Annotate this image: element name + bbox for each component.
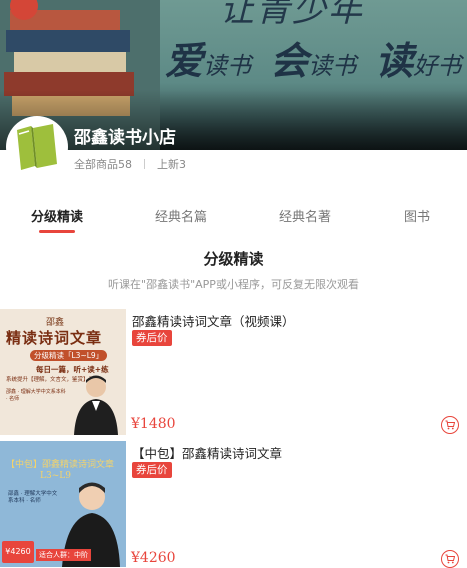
thumb-title: 【中包】邵鑫精读诗词文章	[6, 460, 115, 470]
shop-name: 邵鑫读书小店	[74, 128, 176, 148]
banner-slogan-top: 让青少年	[220, 0, 364, 30]
cart-icon	[445, 420, 455, 430]
shop-logo	[6, 116, 68, 178]
book-logo-icon	[17, 124, 57, 170]
cart-icon	[445, 554, 455, 564]
teacher-portrait	[74, 375, 118, 435]
slogan-small-2: 读书	[308, 52, 357, 80]
new-items-link[interactable]: 上新3	[157, 156, 186, 172]
thumb-level-pill: 分级精读「L3~L9」	[30, 350, 108, 361]
coupon-badge: 券后价	[132, 462, 172, 478]
tab-classic-essays[interactable]: 经典名篇	[155, 206, 207, 225]
tab-books[interactable]: 图书	[404, 206, 430, 225]
thumb-bio: 邵鑫 · 理解大学中文系本科 · 名师	[8, 491, 58, 504]
product-thumbnail[interactable]: 邵鑫 精读诗词文章 分级精读「L3~L9」 每日一篇，听+读+练 系统提升【理解…	[0, 309, 126, 435]
slogan-big-1: 爱	[165, 38, 204, 83]
slogan-big-3: 读	[375, 38, 414, 83]
shop-banner: 让青少年 爱读书 会读书 读好书	[0, 0, 467, 150]
product-card[interactable]: 邵鑫 精读诗词文章 分级精读「L3~L9」 每日一篇，听+读+练 系统提升【理解…	[0, 309, 467, 437]
add-to-cart-button[interactable]	[441, 416, 459, 434]
thumb-bio: 邵鑫 · 理解大学中文系本科 · 名师	[6, 389, 66, 402]
active-tab-indicator	[39, 230, 75, 233]
slogan-small-3: 好书	[413, 52, 462, 80]
thumb-price-badge: ¥4260	[2, 541, 34, 563]
category-tabs: 分级精读 经典名篇 经典名著 图书	[0, 200, 467, 234]
product-title[interactable]: 邵鑫精读诗词文章（视频课）	[132, 311, 295, 330]
thumb-audience: 适合人群：中阶	[36, 549, 91, 561]
product-price: ¥1480	[131, 416, 176, 432]
coupon-badge: 券后价	[132, 330, 172, 346]
tab-graded-reading[interactable]: 分级精读	[31, 206, 83, 225]
section-title: 分级精读	[203, 250, 264, 268]
banner-slogan: 爱读书 会读书 读好书	[165, 30, 467, 85]
meta-divider	[144, 159, 145, 169]
add-to-cart-button[interactable]	[441, 550, 459, 568]
product-title[interactable]: 【中包】邵鑫精读诗词文章	[132, 443, 282, 462]
thumb-title: 精读诗词文章	[6, 329, 103, 347]
slogan-small-1: 读书	[203, 52, 252, 80]
banner-shade	[0, 90, 467, 150]
product-card[interactable]: 【中包】邵鑫精读诗词文章 L3~L9 邵鑫 · 理解大学中文系本科 · 名师 ¥…	[0, 441, 467, 568]
shop-meta: 全部商品58 上新3	[74, 156, 186, 172]
product-thumbnail[interactable]: 【中包】邵鑫精读诗词文章 L3~L9 邵鑫 · 理解大学中文系本科 · 名师 ¥…	[0, 441, 126, 567]
total-products-link[interactable]: 全部商品58	[74, 156, 132, 172]
section-subtitle: 听课在"邵鑫读书"APP或小程序，可反复无限次观看	[108, 278, 359, 291]
product-price: ¥4260	[131, 550, 176, 566]
slogan-big-2: 会	[270, 38, 309, 83]
tab-classic-books[interactable]: 经典名著	[279, 206, 331, 225]
